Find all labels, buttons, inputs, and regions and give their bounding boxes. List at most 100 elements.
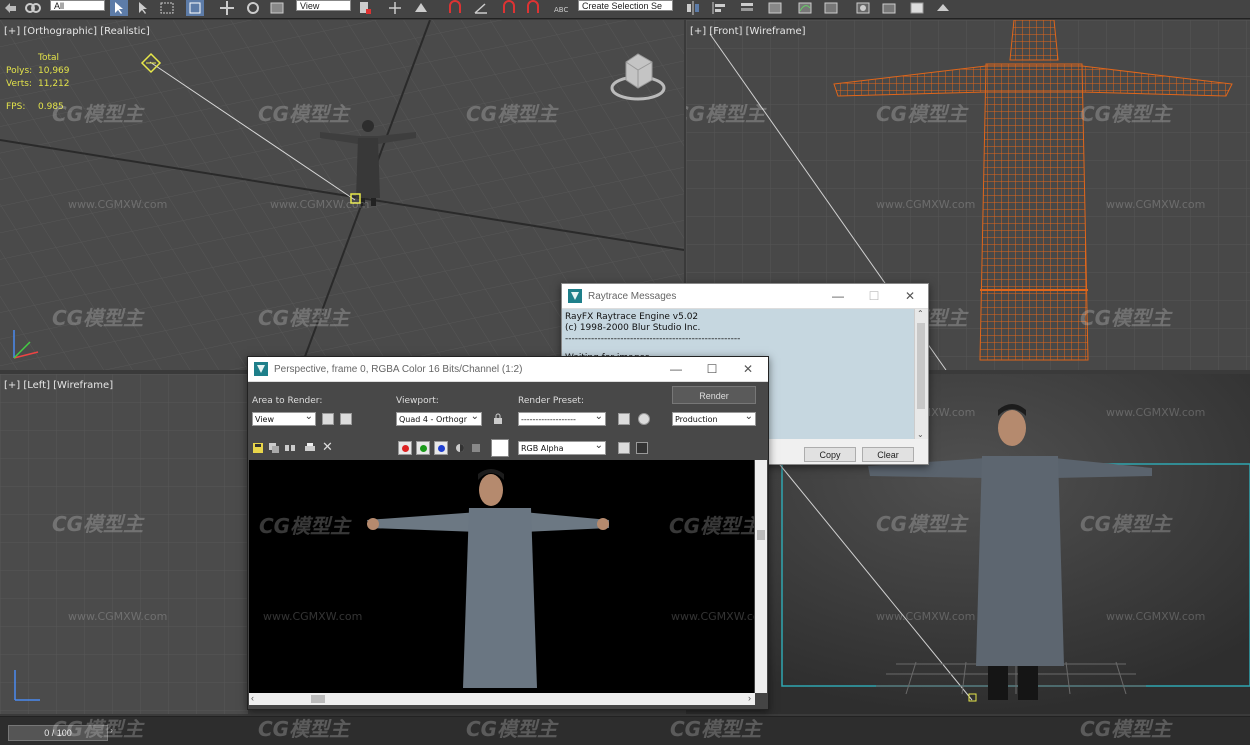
close-icon[interactable]: ✕ bbox=[892, 284, 928, 308]
copy-button[interactable]: Copy bbox=[804, 447, 856, 462]
environment-icon[interactable] bbox=[638, 413, 650, 425]
toggle-ui-icon[interactable] bbox=[636, 442, 648, 454]
scale-icon[interactable] bbox=[268, 0, 286, 16]
clear-image-icon[interactable]: ✕ bbox=[322, 439, 333, 455]
copy-image-icon[interactable] bbox=[268, 442, 280, 454]
time-slider-bar[interactable]: 0 / 100 › CG模型主 CG模型主 CG模型主 CG模型主 CG模型主 bbox=[0, 716, 1250, 745]
reference-coordinate-dropdown[interactable]: View bbox=[296, 0, 351, 11]
close-icon[interactable]: ✕ bbox=[730, 357, 766, 381]
render-production-icon[interactable] bbox=[934, 0, 952, 16]
window-title: Perspective, frame 0, RGBA Color 16 Bits… bbox=[274, 363, 523, 375]
mirror-icon[interactable] bbox=[684, 0, 702, 16]
viewport-label[interactable]: [+] [Left] [Wireframe] bbox=[4, 380, 113, 391]
window-crossing-icon[interactable] bbox=[186, 0, 204, 16]
maximize-icon[interactable]: ☐ bbox=[856, 284, 892, 308]
spinner-snap-icon[interactable] bbox=[524, 0, 542, 16]
channel-display-dropdown[interactable]: RGB Alpha bbox=[518, 441, 606, 455]
edit-region-icon[interactable] bbox=[322, 413, 334, 425]
scroll-left-icon[interactable]: ‹ bbox=[251, 693, 254, 703]
window-title: Raytrace Messages bbox=[588, 290, 677, 302]
character-model[interactable] bbox=[318, 116, 418, 212]
schematic-view-icon[interactable] bbox=[822, 0, 840, 16]
viewcube-icon[interactable] bbox=[608, 48, 668, 103]
scroll-thumb[interactable] bbox=[917, 323, 925, 409]
watermark-logo: CG模型主 bbox=[466, 717, 558, 741]
minimize-icon[interactable]: — bbox=[658, 357, 694, 381]
alpha-channel-icon[interactable] bbox=[454, 442, 466, 454]
verts-label: Verts: bbox=[6, 79, 32, 89]
selection-filter-dropdown[interactable]: All bbox=[50, 0, 105, 11]
viewport-label: Viewport: bbox=[396, 396, 439, 406]
swatch-icon[interactable] bbox=[491, 439, 509, 457]
toggle-ribbon-icon[interactable] bbox=[766, 0, 784, 16]
viewport-statistics: Total Polys: 10,969 Verts: 11,212 FPS: 0.98… bbox=[6, 52, 70, 114]
3dsmax-app-icon bbox=[254, 362, 268, 376]
layer-explorer-icon[interactable] bbox=[738, 0, 756, 16]
link-icon[interactable] bbox=[24, 0, 42, 16]
select-object-icon[interactable] bbox=[110, 0, 128, 16]
window-titlebar[interactable]: Raytrace Messages — ☐ ✕ bbox=[562, 284, 928, 309]
keyboard-shortcut-icon[interactable] bbox=[412, 0, 430, 16]
select-manipulate-icon[interactable] bbox=[386, 0, 404, 16]
align-icon[interactable] bbox=[710, 0, 728, 16]
scroll-right-icon[interactable]: › bbox=[748, 693, 751, 703]
save-image-icon[interactable] bbox=[252, 442, 264, 454]
rendered-frame-window[interactable]: Perspective, frame 0, RGBA Color 16 Bits… bbox=[247, 356, 769, 710]
material-editor-icon[interactable] bbox=[854, 0, 872, 16]
move-icon[interactable] bbox=[218, 0, 236, 16]
edit-named-selection-icon[interactable]: ABC bbox=[552, 0, 570, 16]
watermark-logo: CG模型主 bbox=[1080, 717, 1172, 741]
light-icon[interactable] bbox=[140, 52, 162, 74]
toggle-ui-overlay-icon[interactable] bbox=[618, 442, 630, 454]
svg-text:ABC: ABC bbox=[554, 6, 568, 14]
verts-value: 11,212 bbox=[38, 79, 70, 89]
green-channel-toggle[interactable] bbox=[416, 441, 430, 455]
camera-target-icon[interactable] bbox=[350, 193, 362, 205]
image-horizontal-scrollbar[interactable]: ‹ › bbox=[249, 693, 755, 705]
curve-editor-icon[interactable] bbox=[796, 0, 814, 16]
minimize-icon[interactable]: — bbox=[820, 284, 856, 308]
auto-region-icon[interactable] bbox=[340, 413, 352, 425]
next-frame-icon[interactable]: › bbox=[110, 725, 113, 735]
log-scrollbar[interactable]: ⌃ ⌄ bbox=[914, 309, 928, 439]
rendered-image[interactable]: CG模型主 CG模型主 www.CGMXW.com www.CGMXW.com bbox=[249, 460, 754, 693]
scroll-up-icon[interactable]: ⌃ bbox=[917, 309, 924, 318]
clear-button[interactable]: Clear bbox=[862, 447, 914, 462]
maximize-icon[interactable]: ☐ bbox=[694, 357, 730, 381]
undo-icon[interactable] bbox=[2, 0, 20, 16]
scroll-thumb[interactable] bbox=[311, 695, 325, 703]
stats-header: Total bbox=[38, 53, 60, 63]
region-select-icon[interactable] bbox=[158, 0, 176, 16]
fps-label: FPS: bbox=[6, 102, 26, 112]
snap-toggle-icon[interactable] bbox=[446, 0, 464, 16]
render-button[interactable]: Render bbox=[672, 386, 756, 404]
viewport-dropdown[interactable]: Quad 4 - Orthogr bbox=[396, 412, 482, 426]
percent-snap-icon[interactable] bbox=[500, 0, 518, 16]
scroll-down-icon[interactable]: ⌄ bbox=[917, 430, 924, 439]
render-setup-icon[interactable] bbox=[880, 0, 898, 16]
named-selection-dropdown[interactable]: Create Selection Se bbox=[578, 0, 673, 11]
pivot-icon[interactable] bbox=[356, 0, 374, 16]
image-vertical-scrollbar[interactable] bbox=[755, 460, 767, 693]
monochrome-icon[interactable] bbox=[472, 444, 480, 452]
red-channel-toggle[interactable] bbox=[398, 441, 412, 455]
render-setup-icon[interactable] bbox=[618, 413, 630, 425]
clone-window-icon[interactable] bbox=[284, 442, 296, 454]
print-icon[interactable] bbox=[304, 442, 316, 454]
area-to-render-dropdown[interactable]: View bbox=[252, 412, 316, 426]
time-slider[interactable]: 0 / 100 bbox=[8, 725, 108, 741]
viewport-label[interactable]: [+] [Orthographic] [Realistic] bbox=[4, 26, 150, 37]
production-dropdown[interactable]: Production bbox=[672, 412, 756, 426]
render-frame-window-icon[interactable] bbox=[908, 0, 926, 16]
lock-icon[interactable] bbox=[492, 413, 504, 425]
3dsmax-app-icon bbox=[568, 289, 582, 303]
angle-snap-icon[interactable] bbox=[472, 0, 490, 16]
blue-channel-toggle[interactable] bbox=[434, 441, 448, 455]
render-preset-dropdown[interactable]: ------------------- bbox=[518, 412, 606, 426]
scroll-thumb[interactable] bbox=[757, 530, 765, 540]
viewport-left[interactable]: [+] [Left] [Wireframe] CG模型主 CG模型主 www.C… bbox=[0, 374, 248, 714]
window-titlebar[interactable]: Perspective, frame 0, RGBA Color 16 Bits… bbox=[248, 357, 768, 382]
rotate-icon[interactable] bbox=[244, 0, 262, 16]
viewport-label[interactable]: [+] [Front] [Wireframe] bbox=[690, 26, 806, 37]
select-by-name-icon[interactable] bbox=[134, 0, 152, 16]
